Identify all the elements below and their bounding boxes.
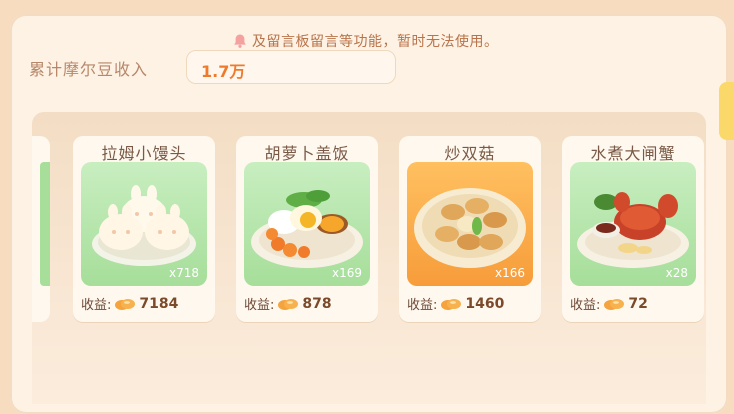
dish-shelf[interactable]: 拉姆小馒头 x718 收益: 7184 胡萝卜盖饭 x169 收益: 878 炒… [32,112,706,404]
mole-bean-icon [440,297,462,311]
dish-earnings: 收益: 1460 [407,294,505,314]
dish-quantity: x28 [665,266,688,280]
earnings-value: 72 [628,295,648,312]
dish-earnings: 收益: 7184 [81,294,179,314]
dish-image-steamed-buns: x718 [81,162,207,286]
dish-name: 水煮大闸蟹 [590,144,676,163]
dish-quantity: x169 [331,266,362,280]
earnings-label: 收益: [81,298,112,313]
income-value: 1.7万 [201,62,246,81]
mole-bean-icon [603,297,625,311]
dish-name: 炒双菇 [444,144,496,163]
earnings-label: 收益: [570,298,601,313]
side-tab[interactable] [719,82,734,140]
partial-dish-card[interactable] [32,136,50,322]
dish-quantity: x718 [168,266,199,280]
dish-card[interactable]: 水煮大闸蟹 x28 收益: 72 [562,136,704,322]
dish-card[interactable]: 胡萝卜盖饭 x169 收益: 878 [236,136,378,322]
partial-dish-image [40,162,50,286]
earnings-value: 878 [302,295,332,312]
earnings-label: 收益: [244,298,275,313]
mole-bean-icon [277,297,299,311]
dish-earnings: 收益: 72 [570,294,648,314]
dish-image-carrot-rice: x169 [244,162,370,286]
notice-banner: 及留言板留言等功能，暂时无法使用。 [232,30,499,52]
earnings-value: 7184 [139,295,179,312]
earnings-label: 收益: [407,298,438,313]
income-label: 累计摩尔豆收入 [29,60,149,79]
dish-image-boiled-crab: x28 [570,162,696,286]
bell-icon [232,33,248,49]
notice-text: 及留言板留言等功能，暂时无法使用。 [252,34,499,50]
income-value-box: 1.7万 [186,50,396,84]
dish-card[interactable]: 炒双菇 x166 收益: 1460 [399,136,541,322]
dish-name: 胡萝卜盖饭 [264,144,350,163]
earnings-value: 1460 [465,295,505,312]
dish-image-fried-mushrooms: x166 [407,162,533,286]
dish-quantity: x166 [494,266,525,280]
mole-bean-icon [114,297,136,311]
dish-name: 拉姆小馒头 [101,144,187,163]
dish-earnings: 收益: 878 [244,294,332,314]
dish-card[interactable]: 拉姆小馒头 x718 收益: 7184 [73,136,215,322]
